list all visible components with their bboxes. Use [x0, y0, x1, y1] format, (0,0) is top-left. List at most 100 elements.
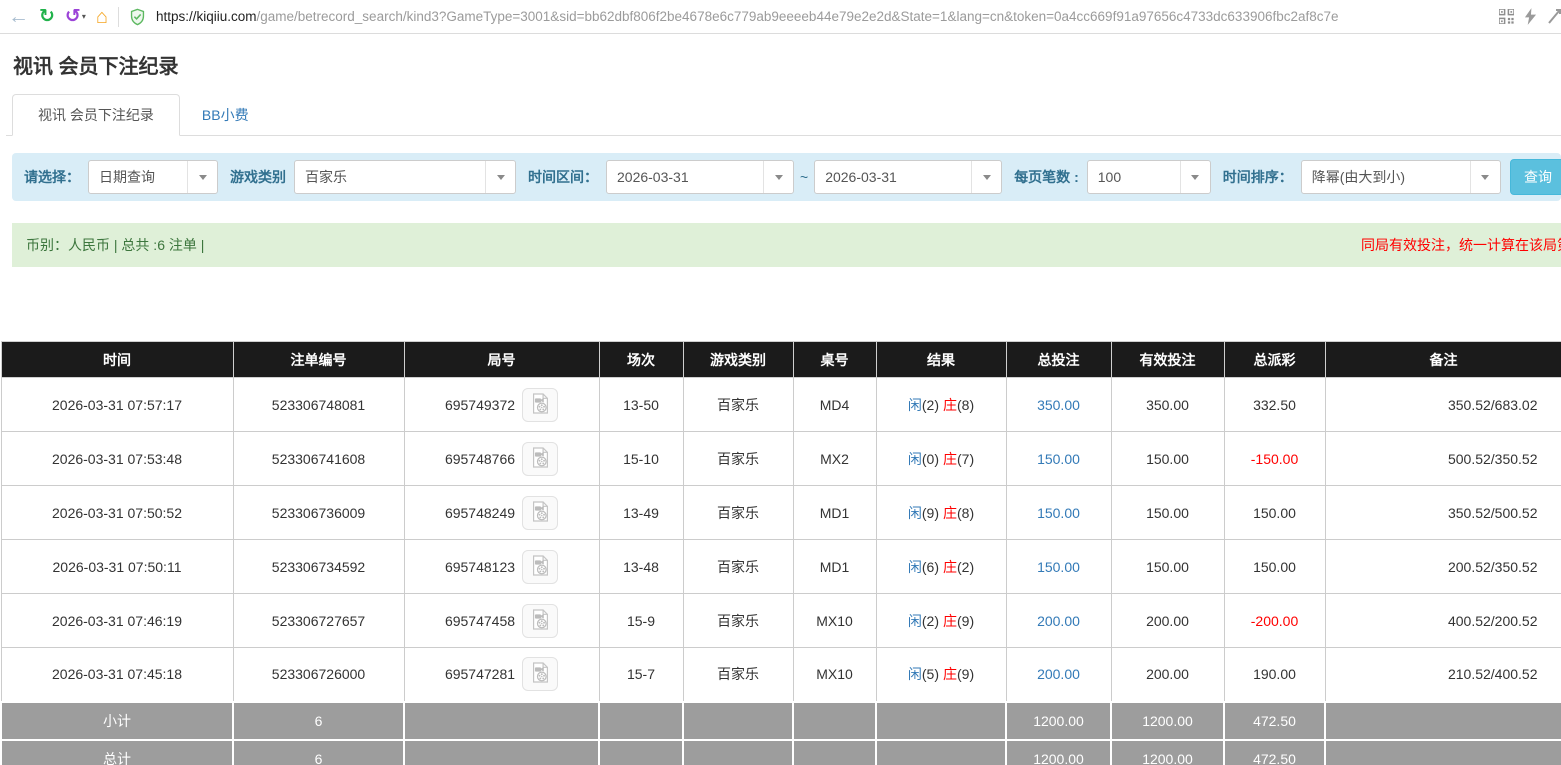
- browser-toolbar: ← ↻ ↺▾ ⌂ https://kiqiiu.com/game/betreco…: [0, 0, 1561, 34]
- game-type-select[interactable]: 百家乐: [294, 160, 516, 194]
- result-banker-label: 庄: [943, 613, 957, 629]
- chevron-down-icon[interactable]: [1470, 161, 1500, 193]
- video-record-icon: [531, 555, 550, 579]
- clipped-edge-icon[interactable]: [1547, 9, 1561, 25]
- chevron-down-icon[interactable]: [187, 161, 217, 193]
- subtotal-count: 6: [233, 702, 404, 740]
- result-banker-score: (9): [957, 666, 974, 682]
- cell-result: 闲(9)庄(8): [876, 486, 1006, 540]
- cell-valid-bet: 150.00: [1111, 432, 1224, 486]
- result-player-score: (6): [922, 559, 939, 575]
- cell-session: 13-50: [599, 378, 683, 432]
- cell-payout: -150.00: [1224, 432, 1325, 486]
- chevron-down-icon[interactable]: [1180, 161, 1210, 193]
- cell-total-bet[interactable]: 350.00: [1006, 378, 1111, 432]
- cell-payout: 190.00: [1224, 648, 1325, 702]
- page-size-value: 100: [1088, 169, 1180, 185]
- cell-table-no: MD4: [793, 378, 876, 432]
- sort-order-select[interactable]: 降幂(由大到小): [1301, 160, 1501, 194]
- toolbar-divider: [118, 7, 119, 27]
- video-replay-button[interactable]: [522, 657, 558, 691]
- table-row: 2026-03-31 07:53:48 523306741608 6957487…: [1, 432, 1561, 486]
- address-bar[interactable]: https://kiqiiu.com/game/betrecord_search…: [156, 9, 1489, 24]
- result-banker-label: 庄: [943, 505, 957, 521]
- cell-total-bet[interactable]: 150.00: [1006, 540, 1111, 594]
- grand-total-valid-bet: 1200.00: [1111, 740, 1224, 765]
- cell-session: 15-7: [599, 648, 683, 702]
- result-banker-score: (2): [957, 559, 974, 575]
- result-player-label: 闲: [908, 505, 922, 521]
- tab-bb-tips[interactable]: BB小费: [180, 95, 271, 135]
- cell-game-type: 百家乐: [683, 432, 793, 486]
- cell-total-bet[interactable]: 150.00: [1006, 486, 1111, 540]
- cell-round: 695748766: [404, 432, 599, 486]
- table-row: 2026-03-31 07:46:19 523306727657 6957474…: [1, 594, 1561, 648]
- summary-bar: 币别：人民币 | 总共 :6 注单 | 同局有效投注，统一计算在该局第: [12, 223, 1561, 267]
- video-record-icon: [531, 447, 550, 471]
- cell-session: 15-9: [599, 594, 683, 648]
- cell-round: 695748123: [404, 540, 599, 594]
- chevron-down-icon[interactable]: [485, 161, 515, 193]
- cell-total-bet[interactable]: 150.00: [1006, 432, 1111, 486]
- cell-game-type: 百家乐: [683, 594, 793, 648]
- cell-bet-id: 523306748081: [233, 378, 404, 432]
- date-to-value: 2026-03-31: [815, 169, 971, 185]
- video-replay-button[interactable]: [522, 496, 558, 530]
- date-mode-select[interactable]: 日期查询: [88, 160, 218, 194]
- cell-bet-id: 523306736009: [233, 486, 404, 540]
- cell-result: 闲(2)庄(8): [876, 378, 1006, 432]
- cell-result: 闲(5)庄(9): [876, 648, 1006, 702]
- cell-remark: 500.52/350.52: [1325, 432, 1561, 486]
- chevron-down-icon[interactable]: [971, 161, 1001, 193]
- date-to-select[interactable]: 2026-03-31: [814, 160, 1002, 194]
- video-replay-button[interactable]: [522, 442, 558, 476]
- cell-session: 15-10: [599, 432, 683, 486]
- table-row: 2026-03-31 07:50:11 523306734592 6957481…: [1, 540, 1561, 594]
- home-icon[interactable]: ⌂: [96, 7, 108, 27]
- cell-bet-id: 523306734592: [233, 540, 404, 594]
- cell-game-type: 百家乐: [683, 378, 793, 432]
- cell-time: 2026-03-31 07:53:48: [1, 432, 233, 486]
- qr-code-icon[interactable]: [1499, 9, 1514, 24]
- cell-time: 2026-03-31 07:46:19: [1, 594, 233, 648]
- cell-total-bet[interactable]: 200.00: [1006, 648, 1111, 702]
- chevron-down-icon[interactable]: [763, 161, 793, 193]
- cell-bet-id: 523306727657: [233, 594, 404, 648]
- video-replay-button[interactable]: [522, 604, 558, 638]
- result-player-label: 闲: [908, 559, 922, 575]
- cell-result: 闲(0)庄(7): [876, 432, 1006, 486]
- cell-total-bet[interactable]: 200.00: [1006, 594, 1111, 648]
- video-replay-button[interactable]: [522, 550, 558, 584]
- result-player-label: 闲: [908, 397, 922, 413]
- security-shield-icon[interactable]: [129, 8, 146, 26]
- cell-table-no: MD1: [793, 540, 876, 594]
- back-icon[interactable]: ←: [8, 6, 29, 27]
- date-from-select[interactable]: 2026-03-31: [606, 160, 794, 194]
- round-id: 695747458: [445, 613, 515, 629]
- range-separator: ~: [800, 169, 808, 185]
- page-size-select[interactable]: 100: [1087, 160, 1211, 194]
- result-player-score: (5): [922, 666, 939, 682]
- page-title: 视讯 会员下注纪录: [6, 34, 1561, 79]
- subtotal-valid-bet: 1200.00: [1111, 702, 1224, 740]
- date-mode-value: 日期查询: [89, 167, 187, 187]
- table-row: 2026-03-31 07:50:52 523306736009 6957482…: [1, 486, 1561, 540]
- lightning-icon[interactable]: [1524, 8, 1537, 25]
- video-replay-button[interactable]: [522, 388, 558, 422]
- subtotal-total-bet: 1200.00: [1006, 702, 1111, 740]
- search-button[interactable]: 查询: [1510, 159, 1561, 195]
- cell-valid-bet: 150.00: [1111, 486, 1224, 540]
- result-player-label: 闲: [908, 613, 922, 629]
- cell-round: 695749372: [404, 378, 599, 432]
- result-banker-score: (8): [957, 505, 974, 521]
- undo-icon[interactable]: ↺▾: [65, 7, 86, 26]
- subtotal-row: 小计 6 1200.00 1200.00 472.50: [1, 702, 1561, 740]
- tab-bet-records[interactable]: 视讯 会员下注纪录: [12, 94, 180, 136]
- grand-total-label: 总计: [1, 740, 233, 765]
- header-result: 结果: [876, 342, 1006, 378]
- refresh-icon[interactable]: ↻: [39, 7, 55, 26]
- result-player-score: (2): [922, 613, 939, 629]
- cell-remark: 400.52/200.52: [1325, 594, 1561, 648]
- cell-time: 2026-03-31 07:50:11: [1, 540, 233, 594]
- subtotal-total-payout: 472.50: [1224, 702, 1325, 740]
